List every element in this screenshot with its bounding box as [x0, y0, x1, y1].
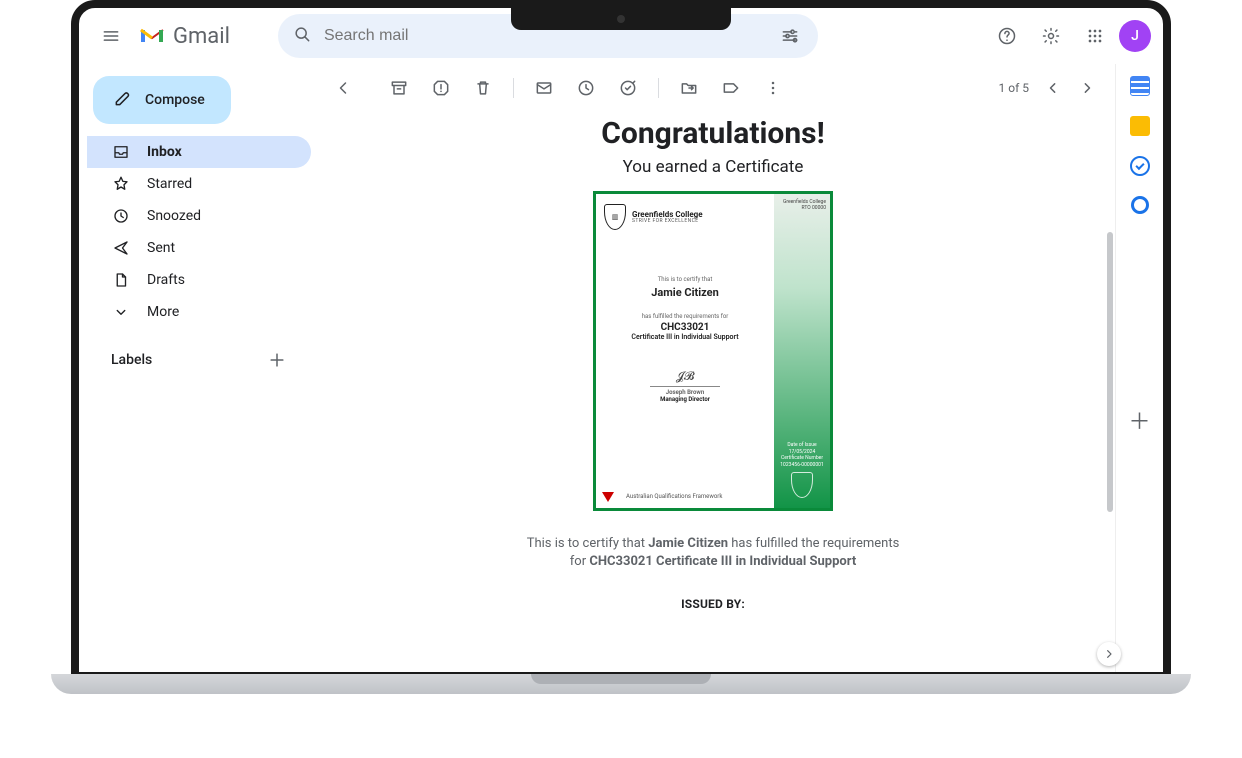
tasks-icon[interactable]	[1130, 156, 1150, 176]
laptop-notch	[511, 8, 731, 30]
help-icon[interactable]	[987, 16, 1027, 56]
gmail-app: Gmail	[79, 8, 1163, 672]
cert-student: Jamie Citizen	[604, 286, 766, 299]
more-icon[interactable]	[753, 68, 793, 108]
laptop-screen: Gmail	[71, 0, 1171, 680]
delete-icon[interactable]	[463, 68, 503, 108]
settings-icon[interactable]	[1031, 16, 1071, 56]
laptop-frame: Gmail	[71, 0, 1171, 694]
aqf-label: Australian Qualifications Framework	[626, 494, 722, 500]
move-icon[interactable]	[669, 68, 709, 108]
sidebar-item-label: Drafts	[147, 272, 185, 288]
email-title: Congratulations!	[351, 116, 1075, 151]
mark-unread-icon[interactable]	[524, 68, 564, 108]
sidebar-item-label: Starred	[147, 176, 192, 192]
pager-text: 1 of 5	[999, 81, 1029, 95]
sidebar-item-label: More	[147, 304, 179, 320]
next-icon[interactable]	[1071, 72, 1103, 104]
cert-signature: 𝓙𝓑	[604, 369, 766, 384]
star-icon	[111, 175, 131, 193]
cert-rto: Greenfields College RTO 00000	[774, 200, 826, 211]
contacts-icon[interactable]	[1131, 196, 1149, 214]
sidebar-item-snoozed[interactable]: Snoozed	[87, 200, 311, 232]
keep-icon[interactable]	[1130, 116, 1150, 136]
compose-button[interactable]: Compose	[93, 76, 231, 124]
message-area: 1 of 5 Congratulations! You earned a Cer…	[311, 64, 1115, 672]
pencil-icon	[113, 88, 133, 112]
gmail-logo[interactable]: Gmail	[139, 24, 230, 49]
label-icon[interactable]	[711, 68, 751, 108]
sidebar: Compose Inbox Starred Snoozed Sent Drafts Mor…	[79, 64, 311, 672]
add-task-icon[interactable]	[608, 68, 648, 108]
app-body: Compose Inbox Starred Snoozed Sent Drafts Mor…	[79, 64, 1163, 672]
spam-icon[interactable]	[421, 68, 461, 108]
certificate-image[interactable]: ▥ Greenfields College STRIVE FOR EXCELLE…	[593, 191, 833, 511]
addons-plus-icon[interactable]: ＋	[1128, 412, 1150, 434]
toolbar-sep2	[658, 78, 659, 98]
archive-icon[interactable]	[379, 68, 419, 108]
issued-by-label: ISSUED BY:	[351, 597, 1075, 611]
sidebar-item-drafts[interactable]: Drafts	[87, 264, 311, 296]
cert-signatory: Joseph Brown	[604, 389, 766, 396]
send-icon	[111, 239, 131, 257]
email-body-text: This is to certify that Jamie Citizen ha…	[453, 535, 973, 571]
side-panel: ＋	[1115, 64, 1163, 672]
more-icon	[111, 303, 131, 321]
email-body: Congratulations! You earned a Certificat…	[311, 112, 1115, 672]
account-avatar[interactable]: J	[1119, 20, 1151, 52]
laptop-base	[51, 674, 1191, 694]
apps-icon[interactable]	[1075, 16, 1115, 56]
sidebar-item-starred[interactable]: Starred	[87, 168, 311, 200]
institution-shield-icon: ▥	[604, 204, 626, 230]
back-icon[interactable]	[323, 68, 363, 108]
gmail-m-icon	[139, 26, 165, 46]
toolbar-sep	[513, 78, 514, 98]
cert-lead: This is to certify that	[604, 276, 766, 283]
cert-fulfilled: has fulfilled the requirements for	[604, 313, 766, 320]
add-label-icon[interactable]	[263, 346, 291, 374]
sidebar-item-label: Inbox	[147, 144, 182, 160]
cert-code: CHC33021	[604, 322, 766, 333]
clock-icon	[111, 207, 131, 225]
menu-icon[interactable]	[91, 16, 131, 56]
pager: 1 of 5	[999, 72, 1103, 104]
cert-tagline: STRIVE FOR EXCELLENCE	[632, 219, 703, 224]
cert-role: Managing Director	[604, 396, 766, 403]
sidebar-item-label: Sent	[147, 240, 175, 256]
nrt-logo-icon	[602, 492, 614, 502]
snooze-icon[interactable]	[566, 68, 606, 108]
certificate-wrap: ▥ Greenfields College STRIVE FOR EXCELLE…	[351, 191, 1075, 511]
prev-icon[interactable]	[1037, 72, 1069, 104]
draft-icon	[111, 271, 131, 289]
carousel-next-icon[interactable]	[1097, 642, 1121, 666]
compose-label: Compose	[145, 92, 205, 108]
topbar-right: J	[987, 16, 1151, 56]
main-pane: 1 of 5 Congratulations! You earned a Cer…	[311, 64, 1163, 672]
cert-side-meta: Date of Issue 17/05/2024 Certificate Num…	[778, 442, 826, 468]
inbox-icon	[111, 143, 131, 161]
brand-text: Gmail	[173, 24, 230, 49]
sidebar-item-label: Snoozed	[147, 208, 201, 224]
cert-stamp-icon	[791, 472, 813, 498]
email-subtitle: You earned a Certificate	[351, 157, 1075, 177]
search-icon	[292, 24, 312, 48]
labels-heading: Labels	[111, 352, 152, 368]
sidebar-item-sent[interactable]: Sent	[87, 232, 311, 264]
avatar-initial: J	[1131, 28, 1139, 44]
nav-list: Inbox Starred Snoozed Sent Drafts More	[87, 136, 311, 328]
sidebar-item-more[interactable]: More	[87, 296, 311, 328]
sidebar-item-inbox[interactable]: Inbox	[87, 136, 311, 168]
calendar-icon[interactable]	[1130, 76, 1150, 96]
message-toolbar: 1 of 5	[311, 64, 1115, 112]
scrollbar[interactable]	[1107, 232, 1113, 512]
cert-course: Certificate III in Individual Support	[604, 333, 766, 341]
labels-heading-row: Labels	[87, 346, 311, 374]
search-options-icon[interactable]	[770, 16, 810, 56]
